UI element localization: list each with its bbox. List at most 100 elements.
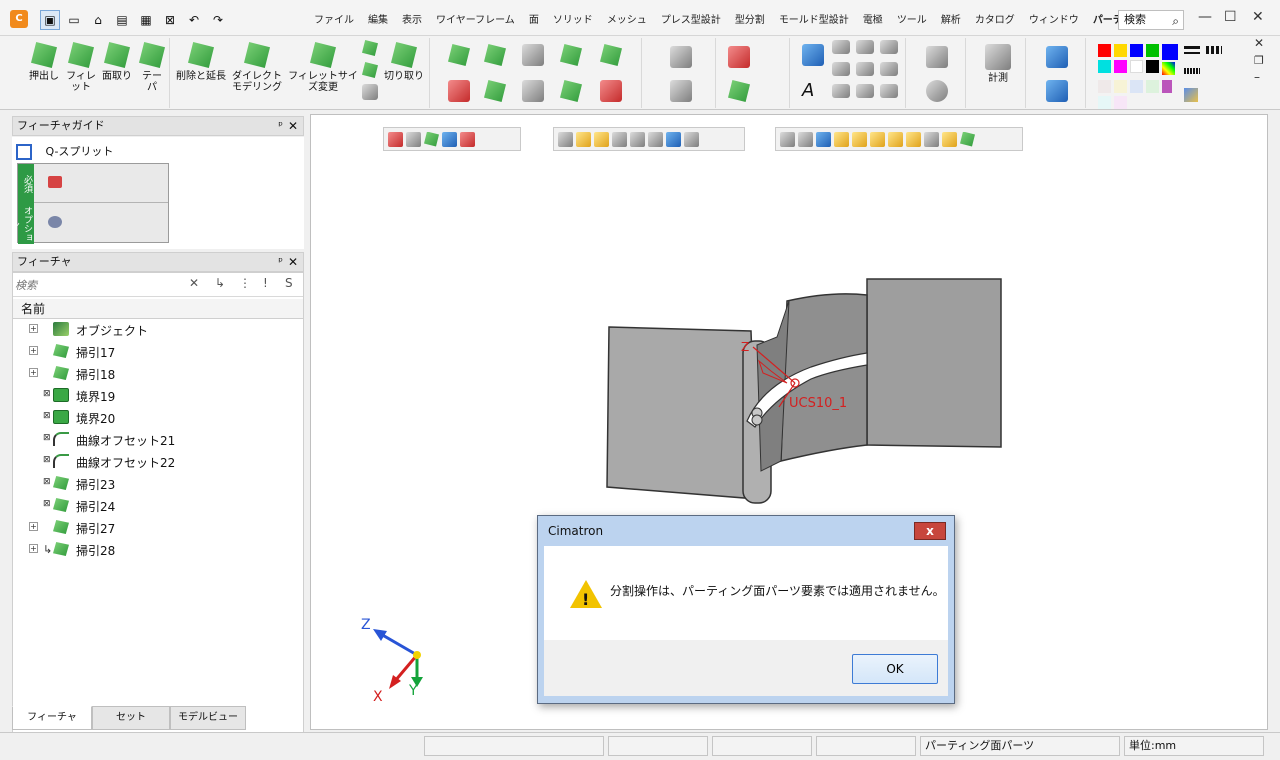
pointer-icon[interactable]: ↳	[215, 276, 225, 290]
direct-modeling-button[interactable]: ダイレクトモデリング	[230, 42, 284, 93]
color-black-swatch[interactable]	[1146, 60, 1159, 73]
book-2-icon[interactable]	[560, 80, 582, 102]
color-white-swatch[interactable]	[1130, 60, 1143, 73]
tree-item[interactable]: + 掃引27	[13, 517, 303, 539]
text-icon[interactable]: A	[802, 80, 824, 102]
menu-window[interactable]: ウィンドウ	[1029, 11, 1079, 26]
menu-solid[interactable]: ソリッド	[553, 11, 593, 26]
optional-tab[interactable]: オプション	[9, 204, 34, 244]
fillet-button[interactable]: フィレット	[64, 42, 98, 93]
tree-column-name[interactable]: 名前	[13, 299, 303, 319]
book-1-icon[interactable]	[560, 44, 582, 66]
annotation-2-icon[interactable]	[832, 62, 850, 76]
expand-icon[interactable]: +	[29, 346, 38, 355]
surface-2-icon[interactable]	[484, 44, 506, 66]
color-red-swatch[interactable]	[1098, 44, 1111, 57]
annotation-3-icon[interactable]	[856, 62, 874, 76]
dimension-icon[interactable]	[802, 44, 824, 66]
ucs-icon[interactable]	[728, 80, 750, 102]
history-icon[interactable]	[926, 80, 948, 102]
tree-item[interactable]: ⊠ 境界19	[13, 385, 303, 407]
menu-split[interactable]: 型分割	[735, 11, 765, 26]
menu-analysis[interactable]: 解析	[941, 11, 961, 26]
annotation-4-icon[interactable]	[880, 62, 898, 76]
close-doc-icon[interactable]: ⊠	[160, 10, 180, 30]
tab-feature[interactable]: フィーチャ	[12, 706, 92, 730]
tree-item[interactable]: ⊠ 曲線オフセット21	[13, 429, 303, 451]
color-light-3-swatch[interactable]	[1130, 80, 1143, 93]
menu-view[interactable]: 表示	[402, 11, 422, 26]
save-icon[interactable]: ▣	[40, 10, 60, 30]
calculator-icon[interactable]: ▦	[136, 10, 156, 30]
chamfer-button[interactable]: 面取り	[100, 42, 134, 82]
annotation-1-icon[interactable]	[880, 40, 898, 54]
home-icon[interactable]: ⌂	[88, 10, 108, 30]
surface-4-icon[interactable]	[484, 80, 506, 102]
tree-item[interactable]: ⊠ 掃引23	[13, 473, 303, 495]
solid-small-2-icon[interactable]	[362, 62, 378, 78]
menu-electrode[interactable]: 電極	[863, 11, 883, 26]
color-cyan-swatch[interactable]	[1098, 60, 1111, 73]
color-palette-icon[interactable]	[1162, 62, 1175, 75]
ribbon-close-icon[interactable]: ✕	[1254, 36, 1264, 50]
print-icon[interactable]: ▤	[112, 10, 132, 30]
tab-set[interactable]: セット	[92, 706, 170, 730]
color-light-5-swatch[interactable]	[1098, 96, 1111, 109]
tree-search-input[interactable]	[15, 275, 205, 295]
s-filter-icon[interactable]: S	[285, 276, 293, 290]
eyedropper-icon[interactable]	[1162, 80, 1172, 93]
color-light-6-swatch[interactable]	[1114, 96, 1127, 109]
datum-icon[interactable]	[832, 40, 850, 54]
color-current-swatch[interactable]	[1162, 44, 1178, 60]
ribbon-minimize-icon[interactable]: –	[1254, 70, 1260, 84]
ribbon-restore-icon[interactable]: ❐	[1254, 54, 1264, 67]
global-search-input[interactable]: 検索 ⌕	[1118, 10, 1184, 30]
color-light-1-swatch[interactable]	[1098, 80, 1111, 93]
maximize-icon[interactable]: ☐	[1224, 9, 1237, 25]
plane-icon[interactable]	[728, 46, 750, 68]
warning-filter-icon[interactable]: !	[263, 276, 268, 290]
menu-tools[interactable]: ツール	[897, 11, 927, 26]
transform-icon[interactable]	[600, 44, 622, 66]
menu-surface[interactable]: 面	[529, 11, 539, 26]
undo-icon[interactable]: ↶	[184, 10, 204, 30]
tree-item[interactable]: + 掃引17	[13, 341, 303, 363]
annotation-7-icon[interactable]	[880, 84, 898, 98]
line-pattern-icon[interactable]	[1184, 68, 1200, 74]
ok-button[interactable]: OK	[852, 654, 938, 684]
window-close-icon[interactable]: ✕	[1252, 9, 1264, 25]
tree-item[interactable]: + ↳ 掃引28	[13, 539, 303, 561]
tab-model-view[interactable]: モデルビュー	[170, 706, 246, 730]
panel-close-icon[interactable]: ✕	[288, 117, 298, 135]
tree-pin-icon[interactable]: ᵖ	[278, 253, 283, 271]
color-blue-swatch[interactable]	[1130, 44, 1143, 57]
zoom-icon[interactable]	[1046, 46, 1068, 68]
color-magenta-swatch[interactable]	[1114, 60, 1127, 73]
menu-edit[interactable]: 編集	[368, 11, 388, 26]
update-icon[interactable]	[926, 46, 948, 68]
delete-extend-button[interactable]: 削除と延長	[174, 42, 228, 82]
tree-item[interactable]: ⊠ 曲線オフセット22	[13, 451, 303, 473]
solid-small-3-icon[interactable]	[362, 84, 378, 100]
tree-item[interactable]: + 掃引18	[13, 363, 303, 385]
fillet-resize-button[interactable]: フィレットサイズ変更	[288, 42, 358, 93]
menu-mold[interactable]: モールド型設計	[779, 11, 849, 26]
menu-mesh[interactable]: メッシュ	[607, 11, 647, 26]
minimize-icon[interactable]: —	[1198, 9, 1212, 25]
menu-press-die[interactable]: プレス型設計	[661, 11, 721, 26]
app-logo[interactable]: C	[10, 10, 28, 28]
tree-close-icon[interactable]: ✕	[288, 253, 298, 271]
rollback-arrow-icon[interactable]: ↳	[43, 543, 52, 556]
line-weight-icon[interactable]	[1184, 46, 1200, 49]
pin-icon[interactable]: ᵖ	[278, 117, 283, 135]
line-style-icon[interactable]	[1206, 46, 1222, 54]
paint-brush-icon[interactable]	[1184, 88, 1198, 102]
surface-3-icon[interactable]	[448, 80, 470, 102]
measure-button[interactable]: 計測	[982, 44, 1014, 84]
color-light-4-swatch[interactable]	[1146, 80, 1159, 93]
taper-button[interactable]: テーパ	[138, 42, 166, 93]
menu-file[interactable]: ファイル	[314, 11, 354, 26]
expand-icon[interactable]: +	[29, 544, 38, 553]
tree-item[interactable]: ⊠ 掃引24	[13, 495, 303, 517]
tolerance-icon[interactable]	[856, 40, 874, 54]
